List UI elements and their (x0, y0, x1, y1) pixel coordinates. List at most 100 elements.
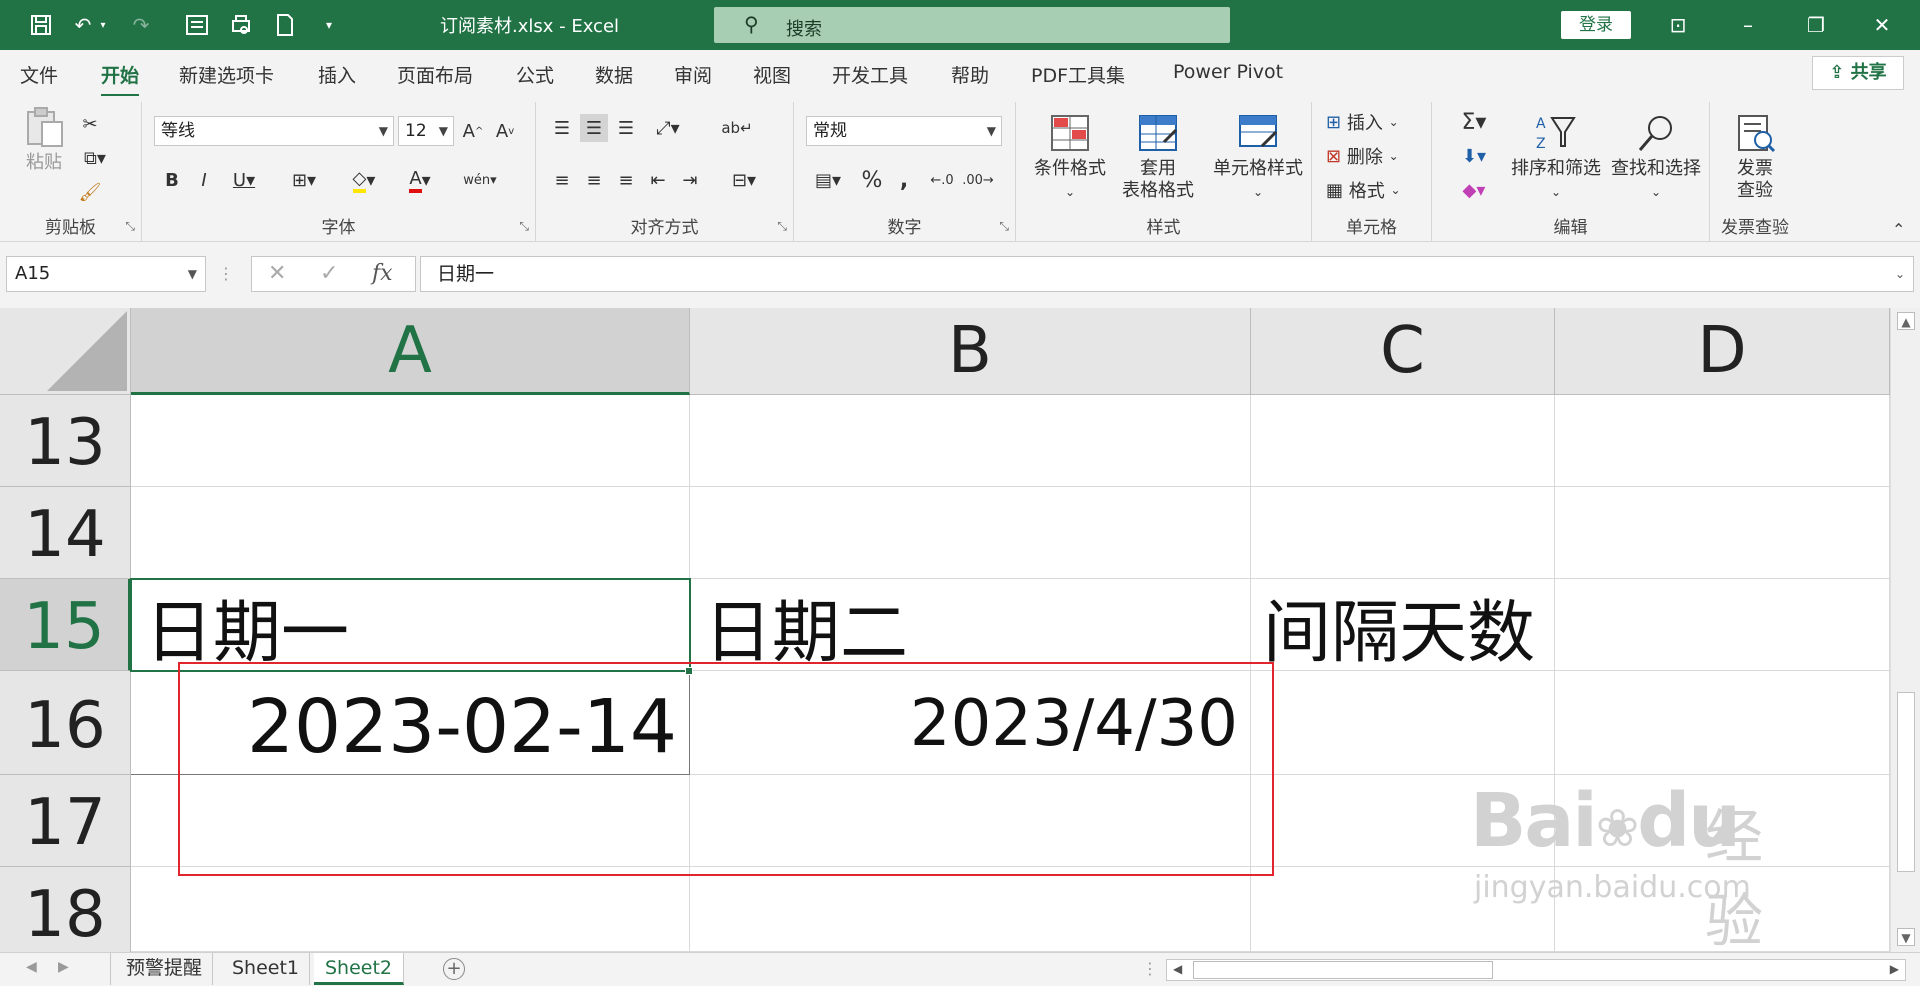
tab-file[interactable]: 文件 (20, 61, 58, 88)
scroll-right-icon[interactable]: ▶ (1890, 962, 1899, 976)
row-header-16[interactable]: 16 (0, 671, 131, 775)
form-icon[interactable] (182, 10, 212, 40)
align-top-icon[interactable]: ☰ (548, 114, 576, 142)
cell-a15[interactable]: 日期一 (131, 579, 690, 673)
cell-c15[interactable]: 间隔天数 (1251, 579, 1555, 673)
sheet-tab-sheet1[interactable]: Sheet1 (222, 953, 311, 985)
number-format-select[interactable]: 常规 ▼ (806, 116, 1002, 146)
number-launcher-icon[interactable]: ⤡ (999, 219, 1009, 234)
cell-d14[interactable] (1555, 487, 1890, 579)
cell-a14[interactable] (131, 487, 690, 579)
login-button[interactable]: 登录 (1561, 11, 1631, 39)
row-header-18[interactable]: 18 (0, 867, 131, 959)
cell-d13[interactable] (1555, 395, 1890, 487)
select-all-button[interactable] (0, 308, 131, 395)
phonetic-icon[interactable]: wén▾ (458, 166, 502, 194)
cell-b18[interactable] (690, 867, 1251, 952)
cell-b14[interactable] (690, 487, 1251, 579)
cell-c16[interactable] (1251, 671, 1555, 775)
increase-font-icon[interactable]: A ^ (460, 118, 486, 144)
column-header-c[interactable]: C (1251, 308, 1555, 395)
scroll-down-icon[interactable]: ▼ (1897, 928, 1915, 946)
ribbon-display-icon[interactable]: ⊡ (1658, 10, 1698, 40)
redo-icon[interactable]: ↷ (126, 10, 156, 40)
decrease-font-icon[interactable]: Av (492, 118, 518, 144)
font-name-select[interactable]: 等线 ▼ (154, 116, 394, 146)
horizontal-scroll-thumb[interactable] (1193, 961, 1493, 979)
row-header-17[interactable]: 17 (0, 775, 131, 867)
cell-c14[interactable] (1251, 487, 1555, 579)
scroll-up-icon[interactable]: ▲ (1897, 312, 1915, 330)
paste-button[interactable]: 粘贴 (14, 106, 74, 174)
cell-c13[interactable] (1251, 395, 1555, 487)
row-header-14[interactable]: 14 (0, 487, 131, 579)
alignment-launcher-icon[interactable]: ⤡ (777, 219, 787, 234)
sheet-tab-sheet2[interactable]: Sheet2 (314, 953, 404, 985)
clear-icon[interactable]: ◆▾ (1452, 176, 1496, 204)
enter-icon[interactable]: ✓ (320, 261, 338, 286)
cell-b16[interactable]: 2023/4/30 (690, 671, 1251, 775)
prev-sheet-icon[interactable]: ◀ (26, 959, 37, 975)
insert-cells-button[interactable]: ⊞ 插入 ⌄ (1326, 108, 1426, 136)
tab-view[interactable]: 视图 (753, 61, 791, 88)
cell-a13[interactable] (131, 395, 690, 487)
next-sheet-icon[interactable]: ▶ (58, 959, 69, 975)
delete-cells-button[interactable]: ⊠ 删除 ⌄ (1326, 142, 1426, 170)
accounting-format-icon[interactable]: ▤▾ (806, 166, 850, 194)
cell-b17[interactable] (690, 775, 1251, 867)
decrease-indent-icon[interactable]: ⇤ (644, 166, 672, 194)
wrap-text-icon[interactable]: ab↵ (721, 114, 752, 142)
border-icon[interactable]: ⊞▾ (282, 166, 326, 194)
scroll-left-icon[interactable]: ◀ (1173, 962, 1182, 976)
fill-color-icon[interactable]: ◇ ▾ (342, 166, 386, 194)
add-sheet-icon[interactable]: + (443, 958, 465, 980)
column-header-d[interactable]: D (1555, 308, 1890, 395)
font-color-icon[interactable]: A ▾ (398, 166, 442, 194)
align-right-icon[interactable]: ≡ (612, 166, 640, 194)
cell-styles-button[interactable]: 单元格样式 ⌄ (1206, 112, 1310, 203)
cell-b15[interactable]: 日期二 (690, 579, 1251, 673)
sort-filter-button[interactable]: AZ 排序和筛选 ⌄ (1508, 112, 1604, 203)
font-size-select[interactable]: 12 ▼ (398, 116, 454, 146)
tab-review[interactable]: 审阅 (674, 61, 712, 88)
collapse-ribbon-icon[interactable]: ⌃ (1892, 220, 1905, 239)
tab-data[interactable]: 数据 (595, 61, 633, 88)
cancel-icon[interactable]: ✕ (268, 261, 286, 286)
tab-page-layout[interactable]: 页面布局 (397, 61, 473, 88)
tab-help[interactable]: 帮助 (951, 61, 989, 88)
merge-center-icon[interactable]: ⊟▾ (722, 166, 766, 194)
clipboard-launcher-icon[interactable]: ⤡ (125, 219, 135, 234)
horizontal-scrollbar[interactable]: ◀ ▶ (1166, 959, 1906, 981)
document-icon[interactable] (270, 10, 300, 40)
undo-icon[interactable]: ↶ (68, 10, 98, 40)
share-button[interactable]: ⇪ 共享 (1812, 56, 1904, 90)
formula-input[interactable]: 日期一 ⌄ (420, 256, 1914, 292)
customize-qat-icon[interactable]: ▾ (314, 10, 344, 40)
fill-icon[interactable]: ⬇▾ (1452, 142, 1496, 170)
print-preview-icon[interactable] (226, 10, 256, 40)
tab-power-pivot[interactable]: Power Pivot (1173, 61, 1283, 83)
insert-function-icon[interactable]: fx (372, 261, 393, 286)
format-cells-button[interactable]: ▦ 格式 ⌄ (1326, 176, 1426, 204)
format-painter-icon[interactable]: 🖌 (78, 180, 102, 204)
row-header-13[interactable]: 13 (0, 395, 131, 487)
italic-icon[interactable]: I (192, 166, 216, 194)
tab-insert[interactable]: 插入 (318, 61, 356, 88)
restore-icon[interactable]: ❐ (1796, 10, 1836, 40)
cut-icon[interactable]: ✂ (78, 112, 102, 136)
vertical-scrollbar[interactable]: ▲ ▼ (1890, 308, 1920, 952)
comma-style-icon[interactable]: , (892, 166, 916, 194)
format-as-table-button[interactable]: 套用 表格格式 (1108, 112, 1208, 202)
cell-a18[interactable] (131, 867, 690, 952)
tab-formulas[interactable]: 公式 (516, 61, 554, 88)
cell-a16[interactable]: 2023-02-14 (131, 671, 690, 775)
close-icon[interactable]: ✕ (1862, 10, 1902, 40)
search-box[interactable]: ⚲ 搜索 (714, 7, 1230, 43)
bold-icon[interactable]: B (160, 166, 184, 194)
formula-bar-splitter[interactable]: ⋮ (218, 264, 234, 283)
expand-formula-bar-icon[interactable]: ⌄ (1895, 257, 1905, 291)
column-header-a[interactable]: A (131, 308, 690, 395)
increase-decimal-icon[interactable]: ←.0 (926, 166, 958, 194)
vertical-scroll-thumb[interactable] (1897, 692, 1915, 872)
conditional-format-button[interactable]: 条件格式 ⌄ (1028, 112, 1112, 203)
